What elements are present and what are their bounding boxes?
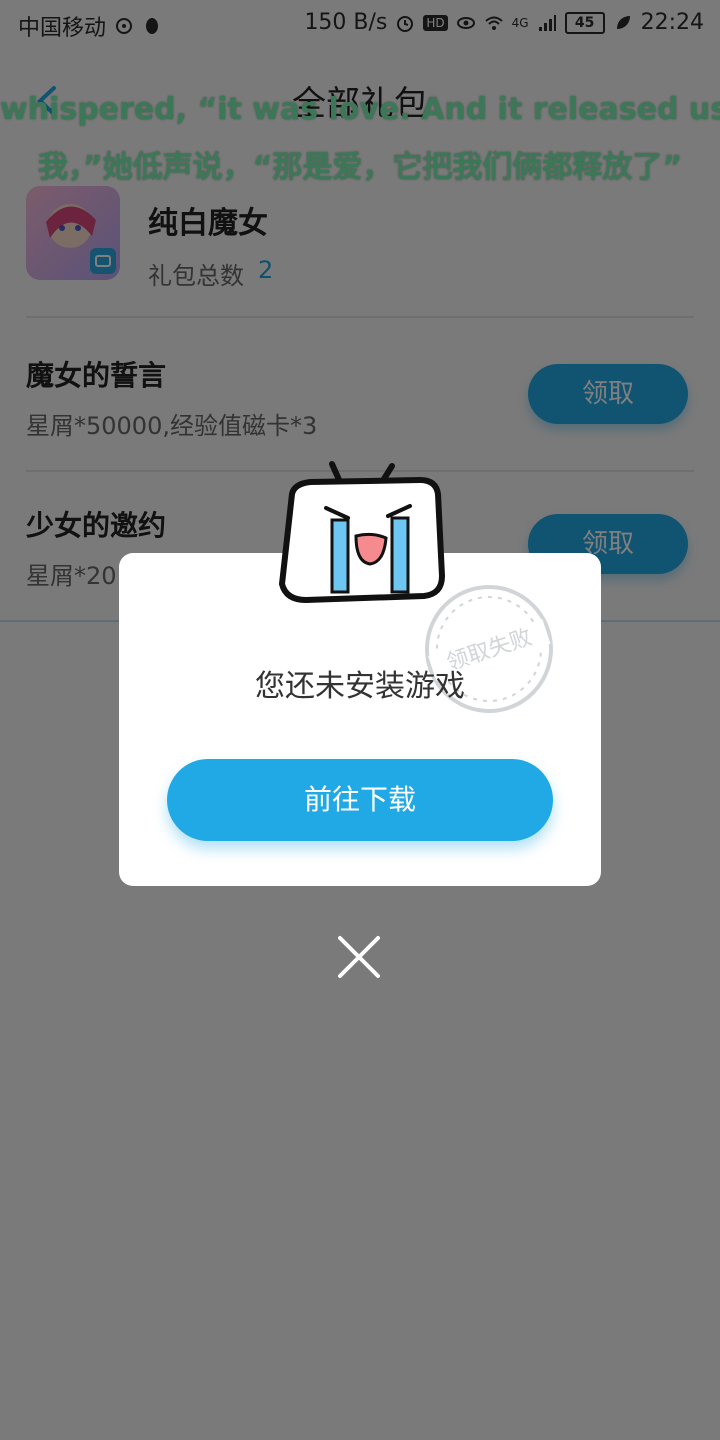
crying-tv-mascot-icon [278, 461, 446, 604]
download-button[interactable]: 前往下载 [167, 759, 553, 841]
app-screen: 中国移动 150 B/s HD [0, 0, 720, 1440]
close-icon[interactable] [336, 934, 382, 980]
dialog-message: 您还未安装游戏 [255, 669, 465, 704]
